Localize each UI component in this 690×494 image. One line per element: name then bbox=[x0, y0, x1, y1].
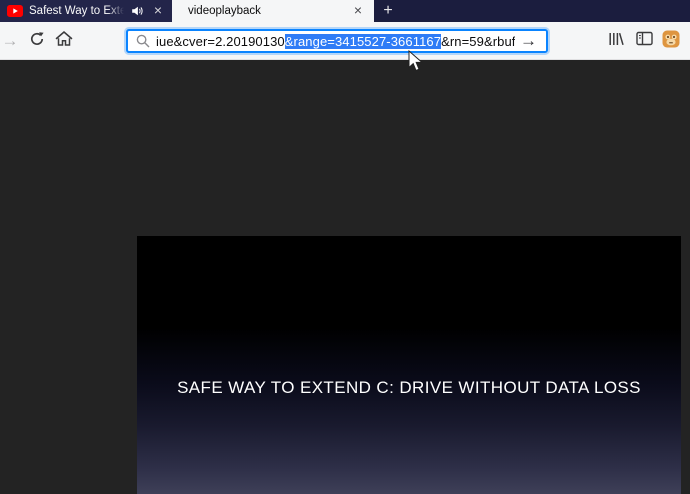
url-before-selection: iue&cver=2.20190130 bbox=[156, 33, 285, 49]
forward-arrow-icon: → bbox=[1, 31, 19, 50]
youtube-icon bbox=[7, 5, 23, 17]
tab-title: Safest Way to Extend C: Driv bbox=[29, 4, 124, 18]
library-button[interactable] bbox=[604, 22, 628, 60]
forward-button[interactable]: → bbox=[0, 22, 20, 60]
reload-icon bbox=[29, 31, 45, 52]
tab-youtube-video[interactable]: Safest Way to Extend C: Driv × bbox=[0, 0, 172, 22]
close-tab-icon[interactable]: × bbox=[150, 3, 166, 19]
audio-playing-icon[interactable] bbox=[130, 4, 144, 18]
home-button[interactable] bbox=[52, 22, 76, 60]
page-content: SAFE WAY TO EXTEND C: DRIVE WITHOUT DATA… bbox=[0, 61, 690, 494]
sidebar-icon bbox=[635, 31, 653, 51]
tampermonkey-extension-button[interactable] bbox=[659, 22, 683, 60]
sidebar-button[interactable] bbox=[632, 22, 656, 60]
tab-videoplayback[interactable]: videoplayback × bbox=[172, 0, 374, 22]
navigation-toolbar: → iue&cver=2.20190130&range=3415527-3661… bbox=[0, 22, 690, 60]
video-caption-text: SAFE WAY TO EXTEND C: DRIVE WITHOUT DATA… bbox=[177, 378, 641, 397]
tampermonkey-icon bbox=[662, 30, 680, 53]
video-player[interactable]: SAFE WAY TO EXTEND C: DRIVE WITHOUT DATA… bbox=[137, 236, 681, 494]
tab-title: videoplayback bbox=[188, 5, 261, 17]
url-input[interactable]: iue&cver=2.20190130&range=3415527-366116… bbox=[156, 33, 515, 49]
search-icon bbox=[136, 34, 150, 48]
address-bar[interactable]: iue&cver=2.20190130&range=3415527-366116… bbox=[126, 29, 548, 53]
go-arrow-icon[interactable]: → bbox=[515, 31, 546, 51]
url-selected-text: &range=3415527-3661167 bbox=[284, 33, 442, 49]
url-after-selection: &rn=59&rbuf=104 bbox=[441, 33, 515, 49]
close-tab-icon[interactable]: × bbox=[350, 3, 366, 19]
tab-bar: Safest Way to Extend C: Driv × videoplay… bbox=[0, 0, 690, 22]
home-icon bbox=[55, 30, 73, 52]
new-tab-button[interactable]: + bbox=[374, 0, 402, 22]
reload-button[interactable] bbox=[26, 22, 48, 60]
library-icon bbox=[608, 31, 625, 52]
mouse-cursor bbox=[408, 49, 424, 78]
